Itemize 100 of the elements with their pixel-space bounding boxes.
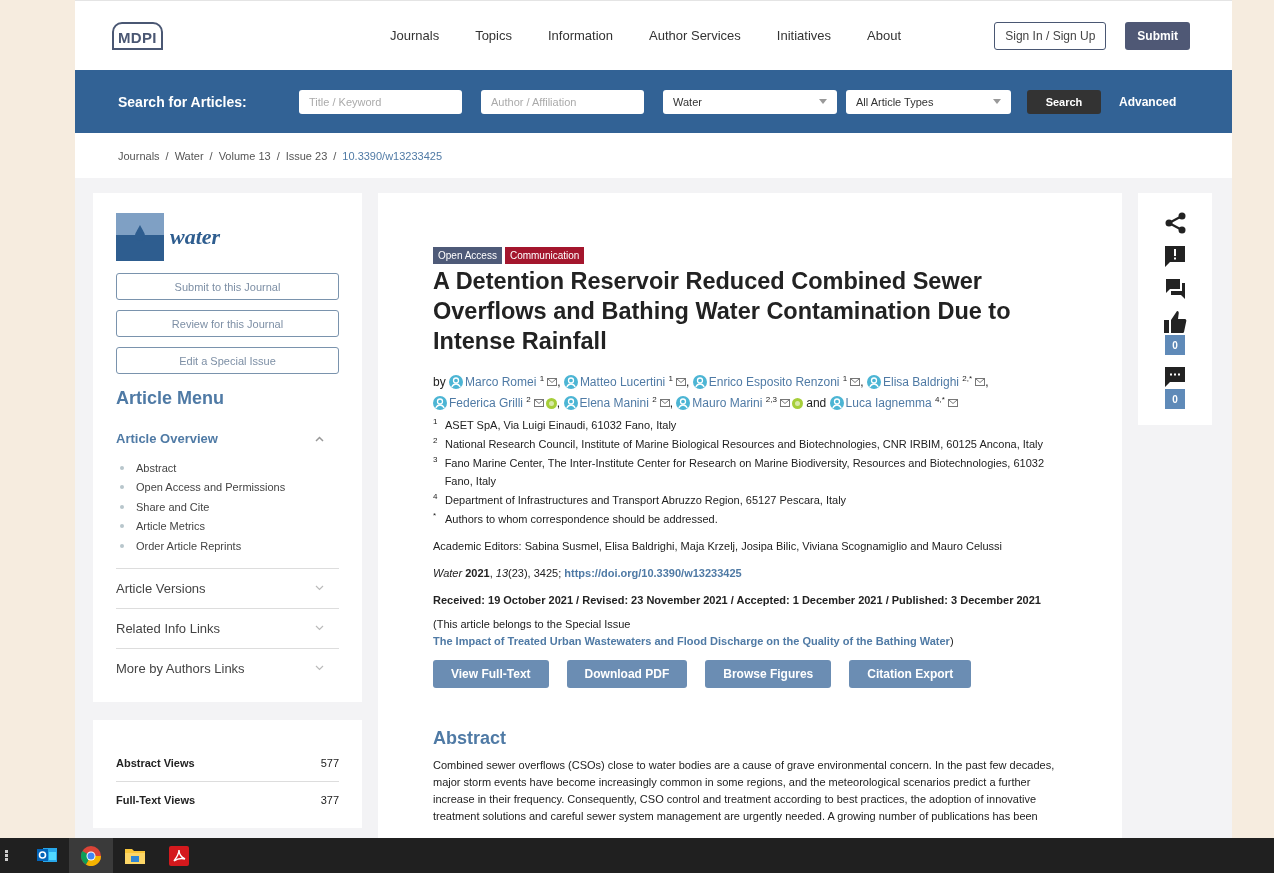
breadcrumb-separator: / xyxy=(209,149,213,162)
thumbs-up-icon[interactable] xyxy=(1163,311,1187,333)
search-field[interactable]: Author / Affiliation xyxy=(481,89,644,114)
breadcrumb-link[interactable]: Volume 13 xyxy=(218,149,271,162)
search-label: Search for Articles: xyxy=(118,93,248,110)
citation-text: Water 2021, 13(23), 3425; xyxy=(433,567,562,579)
menu-link[interactable]: Order Article Reprints xyxy=(136,539,242,552)
affiliation-text: Department of Infrastructures and Transport Abruzzo Region, 65127 Pescara, Italy xyxy=(445,493,847,508)
menu-link[interactable]: Abstract xyxy=(136,461,177,474)
nav-link[interactable]: Information xyxy=(548,28,614,43)
affiliation-mark: 4,* xyxy=(935,395,945,404)
journal-name: water xyxy=(170,224,221,250)
email-icon[interactable] xyxy=(676,378,687,386)
affiliation-text: Fano Marine Center, The Inter-Institute Center for Research on Marine Biodiversity, Resources and Biotechnologies, 61032 Fano, Italy xyxy=(444,456,1046,489)
bullet-icon xyxy=(120,504,124,509)
stat-value: 577 xyxy=(320,756,339,769)
breadcrumb-separator: / xyxy=(165,149,169,162)
breadcrumb-link[interactable]: 10.3390/w13233425 xyxy=(342,149,443,162)
count-badge: 0 xyxy=(1165,335,1185,355)
by-label: by xyxy=(433,375,446,389)
affiliation-mark: 2 xyxy=(433,435,439,447)
affiliation-mark: 1 xyxy=(433,416,439,428)
menu-link[interactable]: Article Metrics xyxy=(136,520,206,533)
doi-link[interactable]: https://doi.org/10.3390/w13233425 xyxy=(564,567,742,579)
section-heading: Abstract xyxy=(433,728,508,749)
author-link[interactable]: Elisa Baldrighi xyxy=(882,375,959,389)
bullet-icon xyxy=(120,543,124,548)
comments-icon[interactable] xyxy=(1165,279,1185,299)
affiliation-mark: 4 xyxy=(433,491,439,503)
author-link[interactable]: Federica Grilli xyxy=(449,396,523,410)
email-icon[interactable] xyxy=(779,399,790,407)
affiliation-mark: * xyxy=(433,510,438,522)
comment-icon[interactable] xyxy=(1165,367,1185,387)
search-field[interactable]: Title / Keyword xyxy=(299,89,462,114)
affiliation-mark: 2,3 xyxy=(765,395,777,404)
affiliation-text: ASET SpA, Via Luigi Einaudi, 61032 Fano, Italy xyxy=(445,418,677,433)
count-badge: 0 xyxy=(1165,389,1185,409)
advanced-search-link[interactable]: Advanced xyxy=(1119,94,1177,109)
person-icon xyxy=(866,375,881,389)
abstract-text: Combined sewer overflows (CSOs) close to water bodies are a cause of grave environmental concern. In the past few decades, major storm events have become increasingly common in some regions, and the meteorological scenarios predict a further increase in their frequency. Consequently, CSO control and treatment according to best practices, the adoption of innovative treatment solutions and careful sewer system management are urgently needed. A growing number of publications has been xyxy=(433,758,1056,824)
menu-section[interactable]: Article Versions xyxy=(116,568,339,608)
breadcrumb-separator: / xyxy=(276,149,280,162)
person-icon xyxy=(829,396,844,410)
email-icon[interactable] xyxy=(547,378,558,386)
journal-action-button[interactable]: Review for this Journal xyxy=(116,310,339,337)
menu-link[interactable]: Open Access and Permissions xyxy=(136,481,286,494)
breadcrumb-link[interactable]: Journals xyxy=(118,149,160,162)
submit-button[interactable]: Submit xyxy=(1125,21,1190,50)
menu-title: Article Menu xyxy=(116,388,226,409)
logo[interactable]: MDPI xyxy=(112,21,163,50)
menu-section[interactable]: Related Info Links xyxy=(116,608,339,648)
email-icon[interactable] xyxy=(850,378,861,386)
pdf-app-icon[interactable] xyxy=(169,845,189,866)
taskbar-button[interactable] xyxy=(69,838,113,873)
person-icon xyxy=(692,375,707,389)
journal-action-button[interactable]: Edit a Special Issue xyxy=(116,347,339,374)
chevron-down-icon xyxy=(315,665,324,671)
author-link[interactable]: Elena Manini xyxy=(579,396,649,410)
search-button[interactable]: Search xyxy=(1027,89,1101,114)
nav-link[interactable]: About xyxy=(867,28,901,43)
author-link[interactable]: Marco Romei xyxy=(465,375,537,389)
chevron-down-icon xyxy=(315,625,324,631)
nav-link[interactable]: Author Services xyxy=(649,28,741,43)
nav-link[interactable]: Topics xyxy=(475,28,512,43)
affiliation-mark: 3 xyxy=(433,454,439,466)
bullet-icon xyxy=(120,524,124,529)
author-separator: , xyxy=(985,375,989,389)
dropdown[interactable]: All Article Types xyxy=(846,89,1011,114)
person-icon xyxy=(449,375,464,389)
special-issue-link[interactable]: The Impact of Treated Urban Wastewaters and Flood Discharge on the Quality of the Bathing Water xyxy=(433,635,950,647)
person-icon xyxy=(563,396,578,410)
bullet-icon xyxy=(120,485,124,490)
affiliation-mark: 1 xyxy=(842,374,848,383)
author-separator: and xyxy=(806,396,827,410)
nav-link[interactable]: Initiatives xyxy=(776,28,831,43)
breadcrumb-link[interactable]: Issue 23 xyxy=(285,149,328,162)
menu-section[interactable]: More by Authors Links xyxy=(116,648,339,688)
breadcrumb-link[interactable]: Water xyxy=(174,149,204,162)
article-badge: Open Access xyxy=(433,247,502,264)
author-link[interactable]: Mauro Marini xyxy=(692,396,763,410)
author-link[interactable]: Matteo Lucertini xyxy=(579,375,666,389)
dropdown[interactable]: Water xyxy=(663,89,837,114)
email-icon[interactable] xyxy=(975,378,986,386)
chevron-down-icon xyxy=(315,585,324,591)
report-icon[interactable] xyxy=(1165,246,1185,267)
email-icon[interactable] xyxy=(659,399,670,407)
author-link[interactable]: Enrico Esposito Renzoni xyxy=(708,375,840,389)
menu-link[interactable]: Share and Cite xyxy=(136,500,210,513)
nav-link[interactable]: Journals xyxy=(390,28,440,43)
menu-section[interactable]: Article Overview xyxy=(116,431,339,458)
person-icon xyxy=(563,375,578,389)
sign-in-button[interactable]: Sign In / Sign Up xyxy=(994,21,1107,50)
share-icon[interactable] xyxy=(1164,212,1186,234)
email-icon[interactable] xyxy=(947,399,958,407)
email-icon[interactable] xyxy=(533,399,544,407)
browser-app-icon[interactable] xyxy=(81,845,101,866)
author-link[interactable]: Luca Iagnemma xyxy=(845,396,932,410)
bullet-icon xyxy=(120,465,124,470)
person-icon xyxy=(676,396,691,410)
author-separator: , xyxy=(860,375,864,389)
